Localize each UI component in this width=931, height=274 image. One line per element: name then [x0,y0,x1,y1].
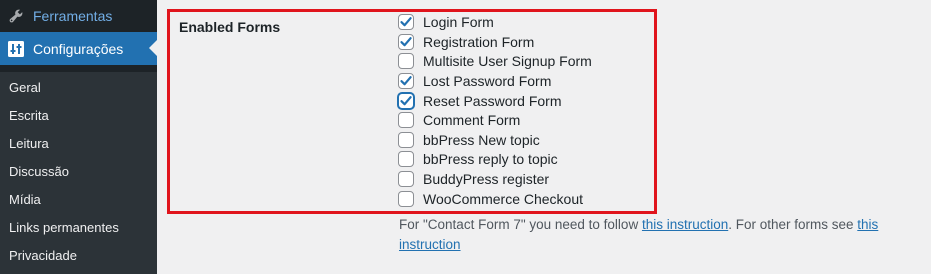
menu-item-tools-label: Ferramentas [33,7,113,24]
checkbox[interactable] [398,34,414,50]
link-text-instruction: instruction [399,237,461,252]
menu-item-tools[interactable]: Ferramentas [0,0,157,31]
checkbox[interactable] [398,191,414,207]
settings-icon [7,40,25,58]
option-label: Login Form [423,14,494,30]
checkbox[interactable] [398,93,414,109]
checkmark-icon [400,37,412,47]
checkbox[interactable] [398,53,414,69]
option-label: bbPress New topic [423,132,540,148]
option-woocommerce-checkout[interactable]: WooCommerce Checkout [398,190,583,208]
option-label: Reset Password Form [423,93,562,109]
option-label: BuddyPress register [423,171,550,187]
option-label: WooCommerce Checkout [423,191,584,207]
description-text-2: . For other forms see [728,217,858,232]
checkbox[interactable] [398,132,414,148]
description-text-1: For "Contact Form 7" you need to follow [399,217,642,232]
option-registration-form[interactable]: Registration Form [398,33,534,51]
submenu-item-escrita[interactable]: Escrita [9,108,49,123]
option-lost-password-form[interactable]: Lost Password Form [398,72,551,90]
link-text-this: this [857,217,879,232]
submenu-item-discussao[interactable]: Discussão [9,164,69,179]
checkmark-icon [400,96,412,106]
submenu-item-midia[interactable]: Mídia [9,192,41,207]
checkmark-icon [400,76,412,86]
option-label: Multisite User Signup Form [423,53,592,69]
option-reset-password-form[interactable]: Reset Password Form [398,92,561,110]
checkbox[interactable] [398,171,414,187]
submenu-item-leitura[interactable]: Leitura [9,136,49,151]
menu-item-settings[interactable]: Configurações [0,32,157,65]
option-label: Registration Form [423,34,535,50]
submenu-item-privacidade[interactable]: Privacidade [9,248,77,263]
submenu-item-geral[interactable]: Geral [9,80,41,95]
option-comment-form[interactable]: Comment Form [398,111,520,129]
checkbox[interactable] [398,73,414,89]
option-buddypress-register[interactable]: BuddyPress register [398,170,549,188]
submenu-item-links-permanentes[interactable]: Links permanentes [9,220,119,235]
checkmark-icon [400,17,412,27]
option-label: bbPress reply to topic [423,151,558,167]
option-label: Lost Password Form [423,73,552,89]
wrench-icon [7,7,25,25]
checkbox[interactable] [398,151,414,167]
settings-submenu: Geral Escrita Leitura Discussão Mídia Li… [0,72,157,274]
option-label: Comment Form [423,112,521,128]
checkbox[interactable] [398,14,414,30]
checkbox[interactable] [398,112,414,128]
forms-description: For "Contact Form 7" you need to follow … [399,215,909,255]
option-login-form[interactable]: Login Form [398,13,494,31]
option-multisite-signup-form[interactable]: Multisite User Signup Form [398,52,592,70]
admin-sidebar: Ferramentas Configurações Geral Escrita … [0,0,157,274]
option-bbpress-new-topic[interactable]: bbPress New topic [398,131,540,149]
menu-item-settings-label: Configurações [33,40,124,57]
contact-form-7-instruction-link[interactable]: this instruction [642,217,728,232]
option-bbpress-reply-to-topic[interactable]: bbPress reply to topic [398,150,558,168]
